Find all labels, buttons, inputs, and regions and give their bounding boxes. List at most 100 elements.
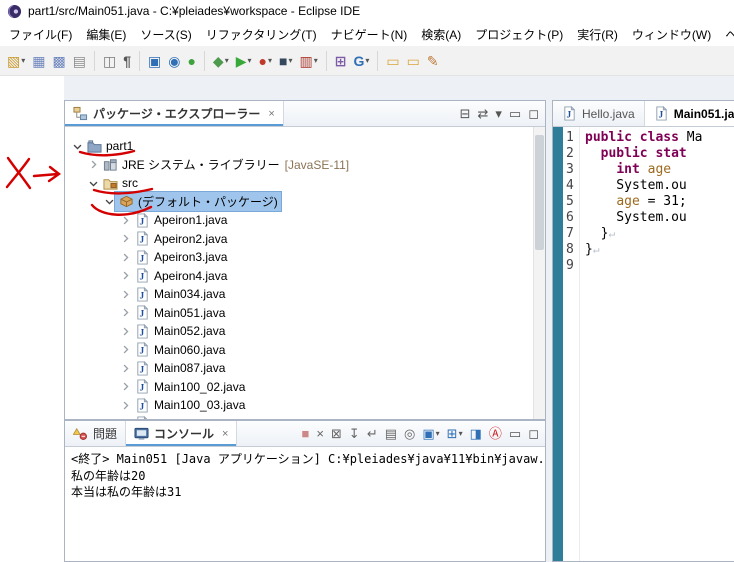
task-list-button[interactable]: ▣: [145, 49, 164, 73]
open-folder-button[interactable]: ▭: [383, 49, 402, 73]
view-menu-button[interactable]: ▾: [495, 107, 502, 120]
menu-item-4[interactable]: ナビゲート(N): [324, 22, 415, 47]
last-edit-location-button[interactable]: ●: [184, 49, 198, 73]
tab-problems[interactable]: 問題: [65, 421, 127, 446]
dropdown-caret-icon[interactable]: ▾: [225, 56, 229, 65]
save-all-button[interactable]: ▩: [49, 49, 68, 73]
menu-item-1[interactable]: 編集(E): [79, 22, 133, 47]
remove-launch-button[interactable]: ×: [316, 427, 324, 440]
tree-item-jre-system-library[interactable]: JRE システム・ライブラリー [JavaSE-11]: [65, 156, 533, 175]
code-area[interactable]: public class Ma public stat int age Syst…: [580, 127, 734, 561]
menu-item-9[interactable]: ヘルプ(H): [718, 22, 734, 47]
chevron-collapsed-icon[interactable]: [119, 269, 131, 283]
tree-item-main100-03-java[interactable]: J Main100_03.java: [65, 396, 533, 415]
print-button[interactable]: ▤: [70, 49, 89, 73]
chevron-expanded-icon[interactable]: [71, 139, 83, 153]
tab-console[interactable]: コンソール ×: [126, 421, 238, 446]
chevron-collapsed-icon[interactable]: [119, 287, 131, 301]
chevron-collapsed-icon[interactable]: [87, 158, 99, 172]
dropdown-caret-icon[interactable]: ▾: [288, 56, 292, 65]
activate-on-stderr-button[interactable]: Ⓐ: [489, 427, 502, 440]
dropdown-caret-icon[interactable]: ▾: [247, 56, 251, 65]
menu-item-5[interactable]: 検索(A): [414, 22, 468, 47]
tree-item-main034-java[interactable]: J Main034.java: [65, 285, 533, 304]
terminate-button[interactable]: ■: [302, 427, 310, 440]
tree-item-main060-java[interactable]: J Main060.java: [65, 341, 533, 360]
link-with-editor-button[interactable]: ⇄: [477, 107, 488, 120]
tree-item-main051-java[interactable]: J Main051.java: [65, 304, 533, 323]
chevron-collapsed-icon[interactable]: [119, 306, 131, 320]
close-icon[interactable]: ×: [222, 428, 228, 440]
menu-item-0[interactable]: ファイル(F): [2, 22, 79, 47]
tree-item-apeiron3-java[interactable]: J Apeiron3.java: [65, 248, 533, 267]
tree-item-apeiron1-java[interactable]: J Apeiron1.java: [65, 211, 533, 230]
tab-package-explorer[interactable]: パッケージ・エクスプローラー ×: [65, 101, 284, 126]
chevron-collapsed-icon[interactable]: [119, 380, 131, 394]
generate-button[interactable]: G ▾: [350, 49, 372, 73]
chevron-collapsed-icon[interactable]: [119, 250, 131, 264]
tree-item-apeiron4-java[interactable]: J Apeiron4.java: [65, 267, 533, 286]
tree-item-main087-java[interactable]: J Main087.java: [65, 359, 533, 378]
dropdown-caret-icon[interactable]: ▾: [459, 429, 463, 438]
new-wizard-button[interactable]: ▧ ▾: [4, 49, 28, 73]
save-button[interactable]: ▦: [29, 49, 48, 73]
show-whitespace-button[interactable]: ¶: [120, 49, 134, 73]
clear-console-button[interactable]: ▤: [385, 427, 397, 440]
word-wrap-button[interactable]: ↵: [367, 427, 378, 440]
console-output[interactable]: <終了> Main051 [Java アプリケーション] C:¥pleiades…: [65, 447, 545, 561]
chevron-collapsed-icon[interactable]: [119, 343, 131, 357]
chevron-collapsed-icon[interactable]: [119, 324, 131, 338]
activate-on-stdout-button[interactable]: ◨: [470, 427, 482, 440]
coverage-button[interactable]: ● ▾: [256, 49, 275, 73]
chevron-expanded-icon[interactable]: [103, 195, 115, 209]
tree-item-apeiron2-java[interactable]: J Apeiron2.java: [65, 230, 533, 249]
debug-button[interactable]: ◆ ▾: [210, 49, 232, 73]
tree-item-src[interactable]: src: [65, 174, 533, 193]
tab-hello-java[interactable]: J Hello.java: [553, 101, 645, 126]
chevron-collapsed-icon[interactable]: [119, 232, 131, 246]
profile-button[interactable]: ■ ▾: [276, 49, 295, 73]
run-button[interactable]: ▶ ▾: [233, 49, 255, 73]
remove-all-launches-button[interactable]: ⊠: [331, 427, 342, 440]
scrollbar-thumb[interactable]: [535, 135, 544, 250]
minimize-button[interactable]: ▭: [509, 107, 521, 120]
tree-item-content: part1: [83, 138, 136, 155]
dropdown-caret-icon[interactable]: ▾: [436, 429, 440, 438]
junit-button[interactable]: ▥ ▾: [296, 49, 320, 73]
minimize-button[interactable]: ▭: [509, 427, 521, 440]
display-selected-console-button[interactable]: ▣ ▾: [422, 427, 439, 440]
menu-item-2[interactable]: ソース(S): [133, 22, 198, 47]
scroll-lock-button[interactable]: ↧: [349, 427, 360, 440]
tree-item-main100-02-java[interactable]: J Main100_02.java: [65, 378, 533, 397]
tree-scrollbar[interactable]: [533, 127, 545, 419]
tree-item-main100-04-java[interactable]: JMain100_04.java: [65, 415, 533, 419]
menu-item-7[interactable]: 実行(R): [570, 22, 625, 47]
maximize-button[interactable]: ◻: [528, 107, 539, 120]
tree-item-main052-java[interactable]: J Main052.java: [65, 322, 533, 341]
menu-item-3[interactable]: リファクタリング(T): [199, 22, 324, 47]
tree-item-default-package[interactable]: (デフォルト・パッケージ): [65, 191, 533, 213]
chevron-collapsed-icon[interactable]: [119, 398, 131, 412]
chevron-collapsed-icon[interactable]: [119, 213, 131, 227]
dropdown-caret-icon[interactable]: ▾: [268, 56, 272, 65]
close-icon[interactable]: ×: [268, 108, 274, 120]
new-java-project-button[interactable]: ⊞: [332, 49, 350, 73]
open-type-button[interactable]: ◉: [165, 49, 183, 73]
chevron-collapsed-icon[interactable]: [119, 361, 131, 375]
maximize-button[interactable]: ◻: [528, 427, 539, 440]
pin-console-button[interactable]: ◎: [404, 427, 415, 440]
tab-main051-java[interactable]: J Main051.java: [644, 101, 734, 126]
menu-item-8[interactable]: ウィンドウ(W): [625, 22, 718, 47]
dropdown-caret-icon[interactable]: ▾: [314, 56, 318, 65]
open-console-button[interactable]: ⊞ ▾: [447, 427, 463, 440]
block-selection-button[interactable]: ◫: [100, 49, 119, 73]
tree-item-part1[interactable]: part1: [65, 137, 533, 156]
dropdown-caret-icon[interactable]: ▾: [365, 56, 369, 65]
menu-item-6[interactable]: プロジェクト(P): [468, 22, 570, 47]
chevron-expanded-icon[interactable]: [87, 176, 99, 190]
collapse-all-button[interactable]: ⊟: [460, 107, 471, 120]
chevron-collapsed-icon[interactable]: [119, 417, 131, 419]
annotate-button[interactable]: ✎: [424, 49, 442, 73]
dropdown-caret-icon[interactable]: ▾: [21, 56, 25, 65]
import-folder-button[interactable]: ▭: [404, 49, 423, 73]
